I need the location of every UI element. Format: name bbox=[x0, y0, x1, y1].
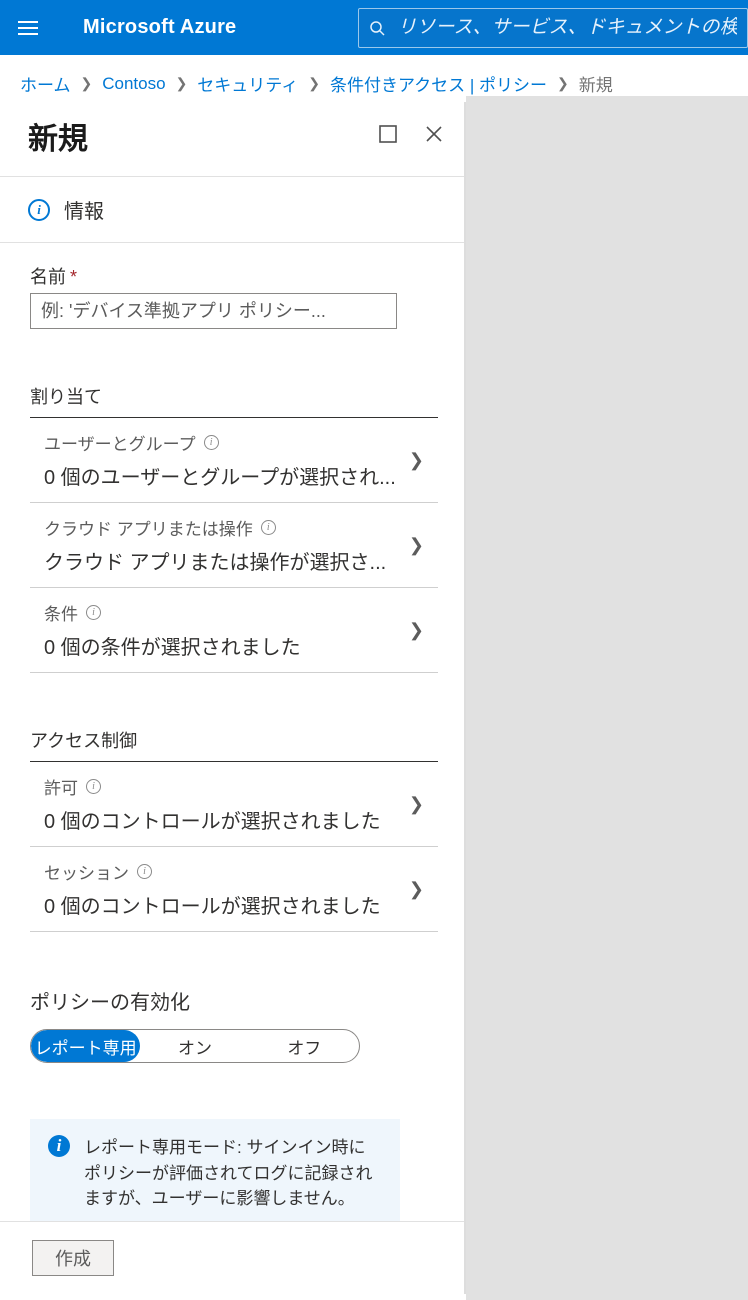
breadcrumb-org[interactable]: Contoso bbox=[102, 74, 165, 94]
top-header: Microsoft Azure bbox=[0, 0, 748, 55]
item-session-sub: 0 個のコントロールが選択されました bbox=[44, 890, 381, 919]
info-icon[interactable]: i bbox=[137, 864, 152, 879]
hamburger-icon bbox=[18, 21, 38, 35]
item-apps-title: クラウド アプリまたは操作 bbox=[44, 515, 253, 540]
create-button[interactable]: 作成 bbox=[32, 1240, 114, 1276]
blade-footer: 作成 bbox=[0, 1221, 464, 1294]
chevron-right-icon: ❯ bbox=[176, 75, 188, 92]
item-users-title: ユーザーとグループ bbox=[44, 430, 196, 455]
info-icon[interactable]: i bbox=[86, 779, 101, 794]
item-grant[interactable]: 許可 i 0 個のコントロールが選択されました ❯ bbox=[30, 762, 438, 846]
item-cond-title: 条件 bbox=[44, 600, 78, 625]
breadcrumb-security[interactable]: セキュリティ bbox=[197, 71, 298, 96]
item-session[interactable]: セッション i 0 個のコントロールが選択されました ❯ bbox=[30, 846, 438, 931]
info-bar[interactable]: i 情報 bbox=[0, 177, 464, 243]
item-cond-sub: 0 個の条件が選択されました bbox=[44, 631, 301, 660]
breadcrumb-current: 新規 bbox=[579, 71, 613, 96]
info-label: 情報 bbox=[64, 195, 104, 224]
breadcrumb-home[interactable]: ホーム bbox=[20, 71, 71, 96]
empty-panel bbox=[466, 96, 748, 1300]
chevron-right-icon: ❯ bbox=[557, 75, 569, 92]
item-session-title: セッション bbox=[44, 859, 129, 884]
item-cloud-apps[interactable]: クラウド アプリまたは操作 i クラウド アプリまたは操作が選択さ... ❯ bbox=[30, 502, 438, 587]
chevron-right-icon: ❯ bbox=[81, 75, 93, 92]
name-input[interactable] bbox=[30, 293, 397, 329]
info-icon[interactable]: i bbox=[261, 520, 276, 535]
chevron-right-icon: ❯ bbox=[409, 620, 430, 641]
chevron-right-icon: ❯ bbox=[409, 450, 430, 471]
page-title: 新規 bbox=[28, 114, 88, 158]
name-field: 名前* bbox=[30, 263, 438, 329]
search-input[interactable] bbox=[397, 17, 737, 39]
name-label: 名前 bbox=[30, 267, 66, 287]
form-scroll[interactable]: 名前* 割り当て ユーザーとグループ i 0 個のユーザーとグループが選択され..… bbox=[0, 243, 464, 1221]
close-button[interactable] bbox=[424, 124, 444, 149]
report-only-note: i レポート専用モード: サインイン時にポリシーが評価されてログに記録されますが… bbox=[30, 1119, 400, 1221]
brand-label: Microsoft Azure bbox=[55, 16, 276, 39]
section-assignments: 割り当て bbox=[30, 383, 438, 417]
chevron-right-icon: ❯ bbox=[308, 75, 320, 92]
section-access-control: アクセス制御 bbox=[30, 727, 438, 761]
blade-title-row: 新規 bbox=[0, 102, 464, 177]
chevron-right-icon: ❯ bbox=[409, 535, 430, 556]
item-users-groups[interactable]: ユーザーとグループ i 0 個のユーザーとグループが選択され... ❯ bbox=[30, 418, 438, 502]
breadcrumb-ca[interactable]: 条件付きアクセス | ポリシー bbox=[330, 71, 547, 96]
note-text: レポート専用モード: サインイン時にポリシーが評価されてログに記録されますが、ユ… bbox=[84, 1135, 382, 1212]
enable-policy-toggle[interactable]: レポート専用 オン オフ bbox=[30, 1029, 360, 1063]
menu-button[interactable] bbox=[0, 0, 55, 55]
required-mark: * bbox=[70, 267, 77, 287]
search-icon bbox=[369, 19, 387, 37]
item-apps-sub: クラウド アプリまたは操作が選択さ... bbox=[44, 546, 386, 575]
chevron-right-icon: ❯ bbox=[409, 879, 430, 900]
info-icon: i bbox=[28, 199, 50, 221]
chevron-right-icon: ❯ bbox=[409, 794, 430, 815]
enable-policy-label: ポリシーの有効化 bbox=[30, 986, 438, 1015]
seg-on[interactable]: オン bbox=[140, 1030, 249, 1062]
item-conditions[interactable]: 条件 i 0 個の条件が選択されました ❯ bbox=[30, 587, 438, 672]
maximize-button[interactable] bbox=[378, 124, 398, 149]
seg-report-only[interactable]: レポート専用 bbox=[31, 1030, 140, 1062]
item-grant-sub: 0 個のコントロールが選択されました bbox=[44, 805, 381, 834]
info-icon[interactable]: i bbox=[86, 605, 101, 620]
seg-off[interactable]: オフ bbox=[250, 1030, 359, 1062]
info-icon: i bbox=[48, 1135, 70, 1157]
info-icon[interactable]: i bbox=[204, 435, 219, 450]
item-grant-title: 許可 bbox=[44, 774, 78, 799]
blade-panel: 新規 i 情報 名前* 割り当て ユーザーとグループ i bbox=[0, 102, 466, 1294]
global-search[interactable] bbox=[358, 8, 748, 48]
item-users-sub: 0 個のユーザーとグループが選択され... bbox=[44, 461, 396, 490]
breadcrumb: ホーム ❯ Contoso ❯ セキュリティ ❯ 条件付きアクセス | ポリシー… bbox=[0, 55, 748, 102]
